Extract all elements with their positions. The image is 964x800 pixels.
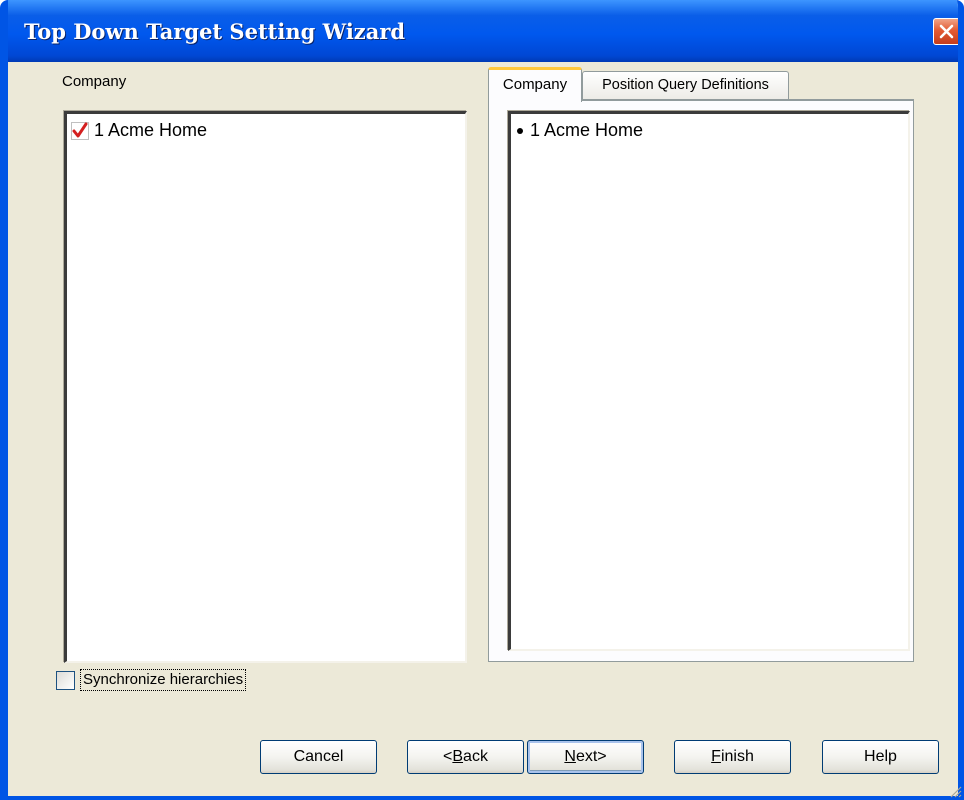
- resize-grip-icon[interactable]: [948, 784, 962, 798]
- title-bar[interactable]: Top Down Target Setting Wizard: [8, 0, 958, 62]
- tree-item-label: 1 Acme Home: [94, 120, 208, 140]
- synchronize-checkbox[interactable]: [56, 671, 75, 690]
- list-item-label: 1 Acme Home: [530, 120, 644, 140]
- back-button[interactable]: < Back: [407, 740, 524, 774]
- window-title: Top Down Target Setting Wizard: [24, 19, 406, 44]
- cancel-button[interactable]: Cancel: [260, 740, 377, 774]
- tab-position-query-definitions[interactable]: Position Query Definitions: [582, 71, 789, 100]
- tab-company[interactable]: Company: [488, 67, 582, 102]
- bullet-icon: [517, 127, 523, 134]
- next-button[interactable]: Next>: [527, 740, 644, 774]
- next-button-mnemonic: N: [564, 748, 576, 765]
- close-icon: [939, 24, 954, 39]
- finish-button[interactable]: Finish: [674, 740, 791, 774]
- company-label: Company: [62, 73, 127, 90]
- list-item[interactable]: 1 Acme Home: [517, 120, 643, 141]
- back-button-label: ack: [463, 748, 488, 765]
- tree-item[interactable]: 1 Acme Home: [71, 120, 207, 141]
- company-tree[interactable]: 1 Acme Home: [64, 111, 467, 663]
- back-button-prefix: <: [443, 748, 453, 765]
- next-button-label: ext>: [575, 748, 607, 765]
- synchronize-label[interactable]: Synchronize hierarchies: [80, 669, 247, 691]
- checkmark-icon[interactable]: [71, 121, 89, 140]
- finish-button-label: inish: [720, 748, 754, 765]
- close-button[interactable]: [933, 18, 958, 45]
- help-button-label: Help: [864, 748, 897, 765]
- back-button-mnemonic: B: [452, 748, 464, 765]
- help-button[interactable]: Help: [822, 740, 939, 774]
- finish-button-mnemonic: F: [711, 748, 721, 765]
- cancel-button-label: Cancel: [293, 748, 344, 765]
- company-list[interactable]: 1 Acme Home: [508, 111, 910, 651]
